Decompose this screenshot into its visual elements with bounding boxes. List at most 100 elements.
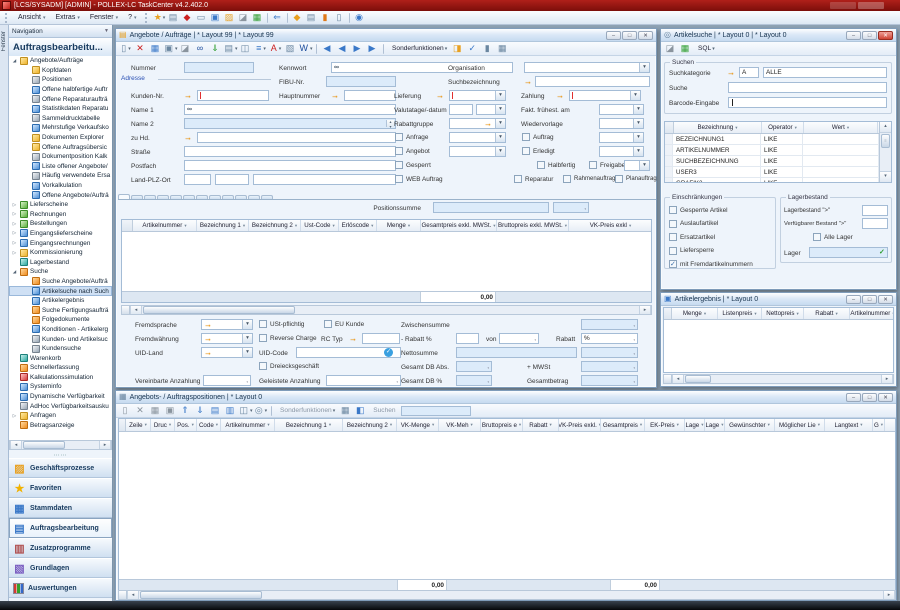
jump-arrow-icon[interactable] bbox=[524, 77, 534, 87]
tree-item[interactable]: ▷ Bestellungen bbox=[9, 219, 112, 229]
column-header[interactable]: Gewünschter bbox=[725, 419, 775, 431]
toolbar-icon[interactable]: ▦ bbox=[496, 42, 510, 55]
scroll-right-icon[interactable]: ▸ bbox=[639, 306, 651, 314]
positions-suchen-input[interactable] bbox=[401, 406, 471, 416]
toolbar-icon[interactable] bbox=[267, 13, 269, 23]
positions-titlebar[interactable]: ▦ Angebots- / Auftragspositionen | * Lay… bbox=[116, 391, 896, 404]
toolbar-icon[interactable]: ▮ bbox=[319, 11, 333, 24]
webauftrag-checkbox[interactable]: WEB Auftrag bbox=[395, 175, 443, 183]
tree-item[interactable]: Suche Angebote/Aufträ bbox=[9, 277, 112, 287]
fremdwaehrung-select[interactable] bbox=[201, 333, 253, 344]
strasse-input[interactable] bbox=[184, 146, 396, 157]
toolbar-icon[interactable]: ▤ bbox=[305, 11, 319, 24]
ergebnis-hscrollbar[interactable]: ◂ ▸ bbox=[663, 374, 894, 384]
tree-hscrollbar[interactable]: ◂ ▸ bbox=[9, 440, 112, 450]
valutatage-input[interactable] bbox=[449, 104, 473, 115]
toolbar-icon[interactable]: ▦ bbox=[679, 42, 693, 55]
toolbar-icon[interactable]: ◧ bbox=[354, 404, 368, 417]
tree-item[interactable]: Positionen bbox=[9, 75, 112, 85]
orders-grid-body[interactable] bbox=[122, 232, 651, 292]
toolbar-icon[interactable]: ▦ bbox=[149, 42, 163, 55]
criteria-wert[interactable] bbox=[803, 167, 879, 177]
maximize-button[interactable]: □ bbox=[862, 295, 877, 304]
tree-item[interactable]: ◢ Suche bbox=[9, 267, 112, 277]
column-header[interactable]: G bbox=[873, 419, 885, 431]
verfuegbar-input[interactable] bbox=[862, 218, 888, 229]
column-header[interactable]: Ust-Code bbox=[301, 220, 339, 231]
toolbar-icon[interactable]: ◪ bbox=[179, 42, 193, 55]
tree-expander-icon[interactable]: ▷ bbox=[11, 202, 18, 208]
einschraenkung-checkbox[interactable]: Ersatzartikel bbox=[669, 233, 773, 241]
rabattbetrag-input[interactable]: %, bbox=[581, 333, 638, 344]
scroll-right-icon[interactable]: ▸ bbox=[881, 375, 893, 383]
tree-item[interactable]: Statistikdaten Reparatu bbox=[9, 104, 112, 114]
toolbar-icon[interactable]: ▤ bbox=[167, 11, 181, 24]
toolbar-icon[interactable]: ▦ bbox=[251, 11, 265, 24]
einschraenkung-checkbox[interactable]: Auslaufartikel bbox=[669, 220, 773, 228]
scroll-down-icon[interactable]: ▾ bbox=[880, 171, 891, 182]
toolbar-icon[interactable]: W▾ bbox=[299, 42, 313, 55]
suchbezeichnung-input[interactable] bbox=[535, 76, 650, 87]
column-header[interactable]: VK-Preis exkl bbox=[569, 220, 651, 231]
positions-hscrollbar[interactable]: ◂ ▸ bbox=[118, 590, 896, 600]
column-header[interactable]: Erlöscode bbox=[339, 220, 377, 231]
einschraenkung-checkbox[interactable]: Liefersperre bbox=[669, 247, 773, 255]
land-input[interactable] bbox=[184, 174, 211, 185]
planauftrag-checkbox[interactable]: Planauftrag bbox=[615, 175, 657, 183]
reversecharge-checkbox[interactable]: Reverse Charge bbox=[259, 334, 317, 342]
toolbar-icon[interactable]: SQL▾ bbox=[694, 42, 718, 55]
toolbar-icon[interactable]: ▤ bbox=[209, 404, 223, 417]
tree-item[interactable]: Dokumentposition Kalk bbox=[9, 152, 112, 162]
name1-input[interactable] bbox=[184, 104, 396, 115]
criteria-wert[interactable] bbox=[803, 134, 879, 144]
tree-item[interactable]: Kundensuche bbox=[9, 344, 112, 354]
column-header[interactable]: Artikelnummer bbox=[133, 220, 197, 231]
plz-input[interactable] bbox=[215, 174, 249, 185]
column-header[interactable]: Druc bbox=[151, 419, 175, 431]
module-button[interactable]: ▥ Zusatzprogramme bbox=[9, 538, 112, 558]
tab[interactable] bbox=[222, 195, 234, 199]
kennwort-input[interactable] bbox=[331, 62, 513, 73]
toolbar-icon[interactable]: ▤▾ bbox=[224, 42, 238, 55]
tree-expander-icon[interactable]: ▷ bbox=[11, 230, 18, 236]
scroll-thumb[interactable] bbox=[143, 306, 295, 314]
tree-item[interactable]: Häufig verwendete Ersa bbox=[9, 171, 112, 181]
tree-item[interactable]: ◢ Angebote/Aufträge bbox=[9, 56, 112, 66]
jump-arrow-icon[interactable] bbox=[349, 334, 359, 344]
toolbar-icon[interactable] bbox=[271, 406, 273, 416]
autohide-tab-fenster[interactable]: Fenster bbox=[1, 31, 7, 51]
minimize-button[interactable]: – bbox=[606, 31, 621, 40]
jump-arrow-icon[interactable] bbox=[184, 91, 194, 101]
organisation-select[interactable] bbox=[524, 62, 650, 73]
criteria-row[interactable]: ARTIKELNUMMER LIKE bbox=[665, 145, 879, 156]
nummer-input[interactable] bbox=[184, 62, 254, 73]
tree-item[interactable]: Dokumenten Explorer bbox=[9, 133, 112, 143]
column-header[interactable]: Bezeichnung 2 bbox=[343, 419, 397, 431]
toolbar-icon[interactable]: ◎▾ bbox=[254, 404, 268, 417]
reparatur-checkbox[interactable]: Reparatur bbox=[514, 175, 553, 183]
column-header[interactable]: Pos. bbox=[175, 419, 197, 431]
tree-expander-icon[interactable]: ◢ bbox=[11, 269, 18, 275]
tree-item[interactable]: Lagerbestand bbox=[9, 257, 112, 267]
anfrage-select[interactable] bbox=[449, 132, 506, 143]
column-header[interactable]: VK-Preis exkl. bbox=[559, 419, 601, 431]
toolbar-icon[interactable] bbox=[316, 44, 318, 54]
criteria-vscrollbar[interactable]: ▴ ≡ ▾ bbox=[879, 122, 891, 182]
column-header[interactable]: Artikelnummer bbox=[221, 419, 275, 431]
jump-arrow-icon[interactable] bbox=[184, 133, 194, 143]
column-header[interactable]: Nettopreis bbox=[762, 308, 804, 319]
angebot-select[interactable] bbox=[449, 146, 506, 157]
column-header[interactable]: EK-Preis bbox=[645, 419, 685, 431]
criteria-row[interactable]: GRAFIK2 LIKE bbox=[665, 178, 879, 183]
toolbar-icon[interactable]: Suchen bbox=[369, 404, 399, 417]
tab[interactable] bbox=[118, 194, 130, 199]
tab[interactable] bbox=[157, 195, 169, 199]
toolbar-icon[interactable]: ▣ bbox=[209, 11, 223, 24]
toolbar-icon[interactable]: ∞ bbox=[194, 42, 208, 55]
zuhd-input[interactable] bbox=[197, 132, 396, 143]
column-header[interactable]: Listenpreis bbox=[718, 308, 762, 319]
tree-expander-icon[interactable]: ▷ bbox=[11, 240, 18, 246]
close-button[interactable]: ✕ bbox=[878, 31, 893, 40]
valutadatum-select[interactable] bbox=[476, 104, 506, 115]
toolbar-icon[interactable]: ✓ bbox=[466, 42, 480, 55]
